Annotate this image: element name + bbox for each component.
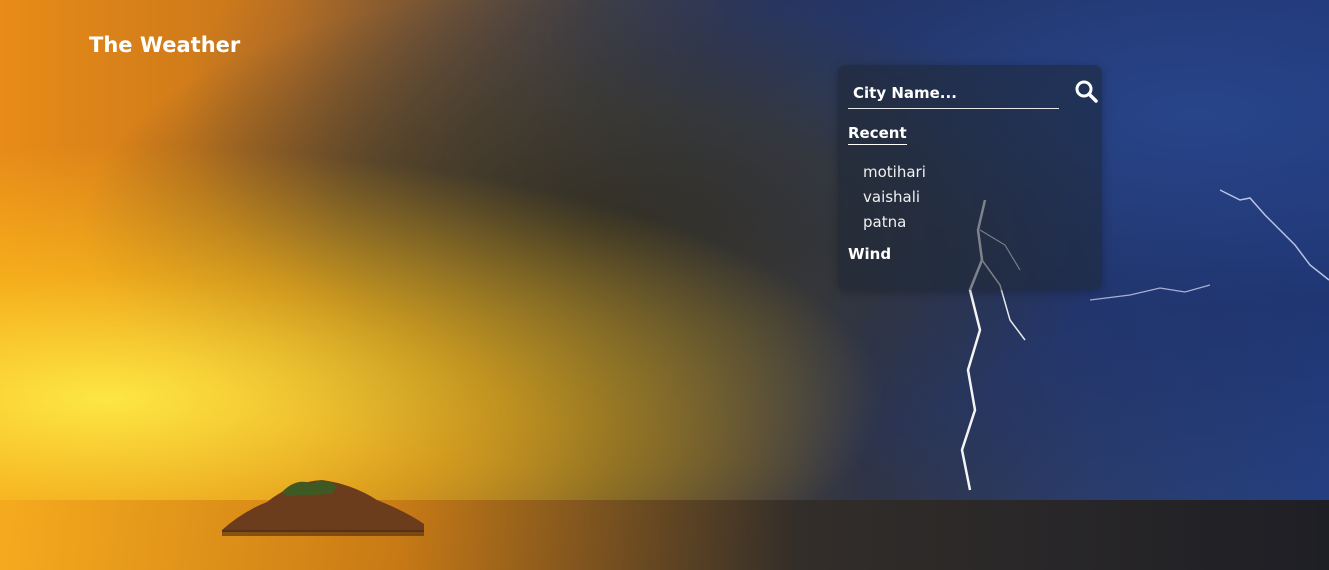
wind-heading: Wind [848, 245, 892, 263]
app-title: The Weather [89, 33, 241, 57]
weather-panel: Recent motihari vaishali patna Wind [838, 65, 1102, 290]
island-image [222, 480, 424, 536]
sea [0, 500, 1329, 570]
recent-item-patna[interactable]: patna [863, 210, 926, 235]
recent-heading: Recent [848, 124, 907, 145]
recent-list: motihari vaishali patna [863, 160, 926, 235]
search-icon[interactable] [1074, 79, 1100, 105]
recent-item-vaishali[interactable]: vaishali [863, 185, 926, 210]
search-bar [848, 77, 1098, 111]
lightning-bolt-right [1090, 189, 1329, 301]
city-search-input[interactable] [848, 77, 1059, 109]
recent-item-motihari[interactable]: motihari [863, 160, 926, 185]
